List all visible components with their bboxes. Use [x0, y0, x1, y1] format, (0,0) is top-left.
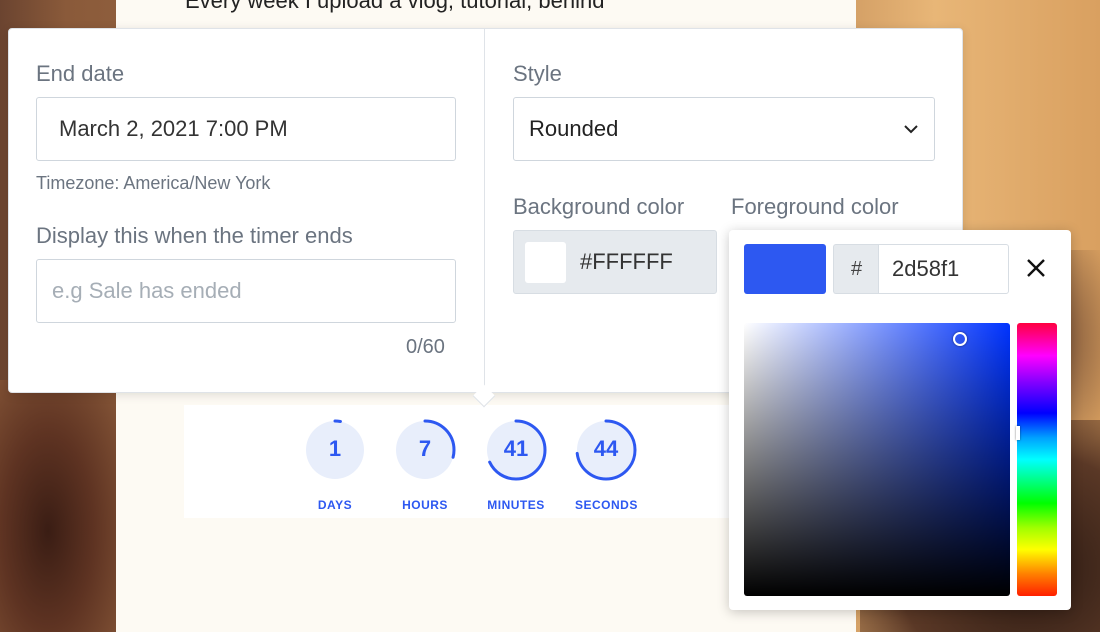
chevron-down-icon — [904, 125, 918, 134]
timezone-hint: Timezone: America/New York — [36, 173, 271, 193]
style-select[interactable]: Rounded — [513, 97, 935, 161]
timer-label-days: DAYS — [317, 498, 353, 512]
end-message-label: Display this when the timer ends — [36, 223, 353, 248]
end-date-input[interactable]: March 2, 2021 7:00 PM — [36, 97, 456, 161]
end-message-input[interactable]: e.g Sale has ended — [36, 259, 456, 323]
timer-value-hours: 7 — [418, 436, 432, 461]
timer-label-seconds: SECONDS — [575, 498, 638, 512]
hex-color-input[interactable]: 2d58f1 — [878, 244, 1009, 294]
timer-label-hours: HOURS — [402, 498, 448, 512]
saturation-value-handle[interactable] — [953, 332, 967, 346]
timer-unit-seconds: 44 SECONDS — [575, 419, 637, 512]
hue-slider[interactable] — [1017, 323, 1057, 596]
hex-prefix: # — [833, 244, 879, 294]
end-date-label: End date — [36, 61, 125, 86]
style-selected-value: Rounded — [529, 116, 619, 141]
close-icon[interactable] — [1025, 257, 1047, 279]
background-photo-shadow-left — [0, 380, 120, 632]
background-color-button[interactable]: #FFFFFF — [513, 230, 717, 294]
background-color-swatch — [525, 242, 566, 283]
foreground-color-label: Foreground color — [731, 194, 899, 219]
page-body-text: Every week I upload a vlog, tutorial, be… — [185, 0, 605, 13]
style-label: Style — [513, 61, 562, 86]
panel-divider — [484, 28, 485, 393]
timer-value-days: 1 — [328, 436, 342, 461]
countdown-timer: 1 DAYS 7 HOURS 41 MINUTES 44 SECONDS — [184, 405, 744, 518]
background-color-label: Background color — [513, 194, 685, 219]
character-counter: 0/60 — [406, 336, 445, 358]
saturation-value-area[interactable] — [744, 323, 1010, 596]
timer-unit-days: 1 DAYS — [304, 419, 366, 512]
timer-unit-hours: 7 HOURS — [394, 419, 456, 512]
timer-unit-minutes: 41 MINUTES — [485, 419, 547, 512]
hue-slider-handle[interactable] — [1016, 426, 1020, 440]
current-color-swatch — [744, 244, 826, 294]
background-color-value: #FFFFFF — [580, 249, 673, 274]
color-picker-popover: # 2d58f1 — [729, 230, 1071, 610]
timer-label-minutes: MINUTES — [487, 498, 545, 512]
timer-value-minutes: 41 — [503, 436, 529, 461]
timer-value-seconds: 44 — [593, 436, 619, 461]
